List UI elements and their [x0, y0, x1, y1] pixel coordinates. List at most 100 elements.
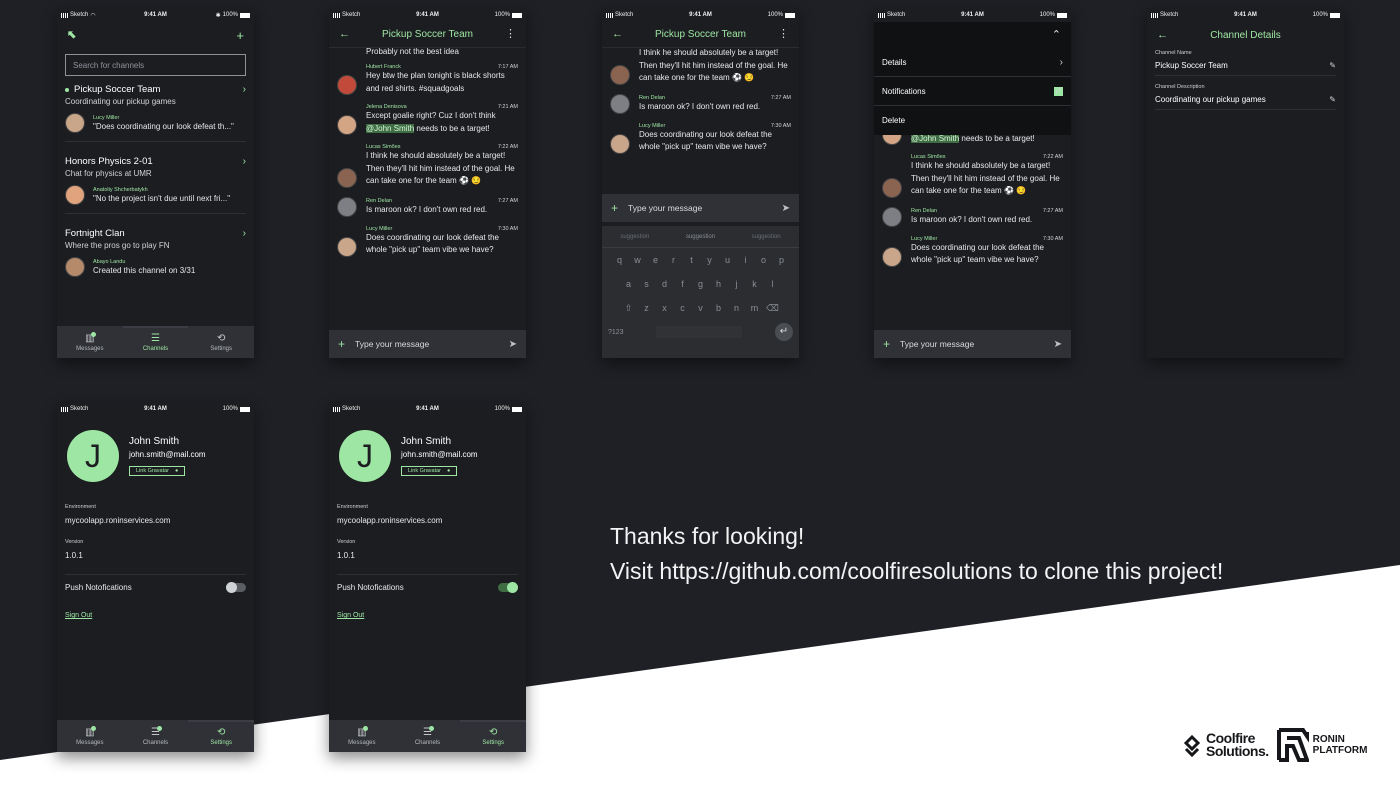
key-w[interactable]: w	[629, 255, 647, 265]
push-toggle[interactable]	[498, 582, 518, 593]
key-p[interactable]: p	[773, 255, 791, 265]
plus-icon[interactable]: +	[611, 201, 618, 215]
key-k[interactable]: k	[746, 279, 764, 289]
key-f[interactable]: f	[674, 279, 692, 289]
info-value: 1.0.1	[65, 551, 83, 560]
key-b[interactable]: b	[710, 303, 728, 313]
return-key-icon[interactable]: ↵	[774, 323, 793, 341]
link-gravatar-button[interactable]: Link Gravatar ●	[129, 465, 186, 476]
suggestion-item[interactable]: suggestion	[620, 234, 649, 240]
avatar	[610, 93, 630, 114]
more-vertical-icon[interactable]: ⋮	[778, 29, 789, 40]
key-s[interactable]: s	[638, 279, 656, 289]
status-bar: Sketch ◠ 9:41 AM ✱ 100%	[57, 8, 254, 22]
key-y[interactable]: y	[701, 255, 719, 265]
github-link-text[interactable]: Visit https://github.com/coolfiresolutio…	[610, 554, 1223, 589]
link-gravatar-button[interactable]: Link Gravatar ●	[401, 465, 458, 476]
key-r[interactable]: r	[665, 255, 683, 265]
menu-label: Delete	[882, 116, 906, 125]
chevron-right-icon: ›	[242, 156, 246, 167]
chat-header: ← Pickup Soccer Team ⋮	[602, 22, 799, 48]
channel-item-fortnight-clan[interactable]: Fortnight Clan › Where the pros go to pla…	[57, 228, 254, 285]
tab-messages[interactable]: ▥ Messages	[57, 326, 123, 358]
key-h[interactable]: h	[710, 279, 728, 289]
status-bar: Sketch 9:41 AM 100%	[57, 402, 254, 416]
numbers-key[interactable]: ?123	[608, 329, 624, 336]
tab-messages[interactable]: ▥ Messages	[329, 720, 395, 752]
backspace-key-icon[interactable]: ⌫	[764, 303, 782, 314]
channel-name-field[interactable]: Channel Name Pickup Soccer Team ✎	[1155, 48, 1336, 76]
send-icon[interactable]: ➤	[782, 203, 790, 214]
back-arrow-icon[interactable]: ←	[339, 29, 350, 40]
message-input[interactable]: Type your message	[628, 203, 702, 213]
suggestion-item[interactable]: suggestion	[686, 234, 715, 240]
key-i[interactable]: i	[737, 255, 755, 265]
send-icon[interactable]: ➤	[509, 339, 517, 350]
key-n[interactable]: n	[728, 303, 746, 313]
channel-item-honors-physics[interactable]: Honors Physics 2-01 › Chat for physics at…	[57, 156, 254, 214]
menu-item-details[interactable]: Details ›	[874, 48, 1071, 77]
key-e[interactable]: e	[647, 255, 665, 265]
push-toggle[interactable]	[226, 582, 246, 593]
suggestion-item[interactable]: suggestion	[752, 234, 781, 240]
sign-out-link[interactable]: Sign Out	[65, 612, 246, 619]
channel-description-field[interactable]: Channel Description Coordinating our pic…	[1155, 76, 1336, 110]
tab-channels[interactable]: ☰ Channels	[123, 720, 189, 752]
message-input[interactable]: Type your message	[900, 339, 974, 349]
sign-out-link[interactable]: Sign Out	[337, 612, 518, 619]
plus-icon[interactable]: +	[883, 337, 890, 351]
back-arrow-icon[interactable]: ←	[612, 29, 623, 40]
status-bar: Sketch 9:41 AM 100%	[1147, 8, 1344, 22]
message-input[interactable]: Type your message	[355, 339, 429, 349]
tab-label: Channels	[142, 345, 169, 352]
key-t[interactable]: t	[683, 255, 701, 265]
tab-settings[interactable]: ⟲ Settings	[460, 720, 526, 752]
phone-settings-push-on: Sketch 9:41 AM 100% J John Smith john.sm…	[329, 402, 526, 752]
checkbox-checked-icon[interactable]: ✓	[1054, 86, 1063, 96]
more-vertical-icon[interactable]: ⋮	[505, 29, 516, 40]
key-d[interactable]: d	[656, 279, 674, 289]
tab-label: Settings	[210, 739, 233, 746]
user-mention[interactable]: @John Smith	[366, 123, 415, 133]
battery-icon	[512, 406, 522, 412]
send-icon[interactable]: ➤	[1054, 339, 1062, 350]
message-text: Hey btw the plan tonight is black shorts…	[366, 71, 505, 93]
avatar	[337, 167, 357, 188]
key-u[interactable]: u	[719, 255, 737, 265]
field-value: Coordinating our pickup games	[1155, 95, 1266, 104]
space-key[interactable]	[656, 326, 743, 338]
logo-text: RONIN	[1312, 734, 1345, 745]
key-m[interactable]: m	[746, 303, 764, 313]
add-channel-icon[interactable]: +	[236, 29, 244, 42]
back-arrow-icon[interactable]: ←	[1157, 29, 1168, 41]
menu-item-delete[interactable]: Delete	[874, 106, 1071, 135]
tab-settings[interactable]: ⟲ Settings	[188, 720, 254, 752]
message-author: Lucy Miller	[911, 235, 938, 242]
edit-pencil-icon[interactable]: ✎	[1329, 61, 1336, 70]
shift-key-icon[interactable]: ⇧	[620, 303, 638, 314]
key-q[interactable]: q	[611, 255, 629, 265]
key-o[interactable]: o	[755, 255, 773, 265]
tab-settings[interactable]: ⟲ Settings	[188, 326, 254, 358]
key-l[interactable]: l	[764, 279, 782, 289]
info-label: Version	[65, 539, 84, 545]
channel-item-pickup-soccer[interactable]: Pickup Soccer Team › Coordinating our pic…	[57, 84, 254, 142]
key-a[interactable]: a	[620, 279, 638, 289]
push-notifications-row: Push Notofications	[65, 574, 246, 593]
key-j[interactable]: j	[728, 279, 746, 289]
field-label: Channel Description	[1155, 84, 1205, 90]
plus-icon[interactable]: +	[338, 337, 345, 351]
menu-item-notifications[interactable]: Notifications ✓	[874, 77, 1071, 106]
key-c[interactable]: c	[674, 303, 692, 313]
key-z[interactable]: z	[638, 303, 656, 313]
key-x[interactable]: x	[656, 303, 674, 313]
tab-channels[interactable]: ☰ Channels	[395, 720, 461, 752]
status-time: 9:41 AM	[144, 406, 167, 412]
key-v[interactable]: v	[692, 303, 710, 313]
tab-channels[interactable]: ☰ Channels	[122, 326, 189, 358]
chevron-up-icon[interactable]: ⌃	[1052, 29, 1061, 41]
tab-messages[interactable]: ▥ Messages	[57, 720, 123, 752]
key-g[interactable]: g	[692, 279, 710, 289]
edit-pencil-icon[interactable]: ✎	[1329, 95, 1336, 104]
search-input[interactable]: Search for channels	[65, 54, 246, 76]
